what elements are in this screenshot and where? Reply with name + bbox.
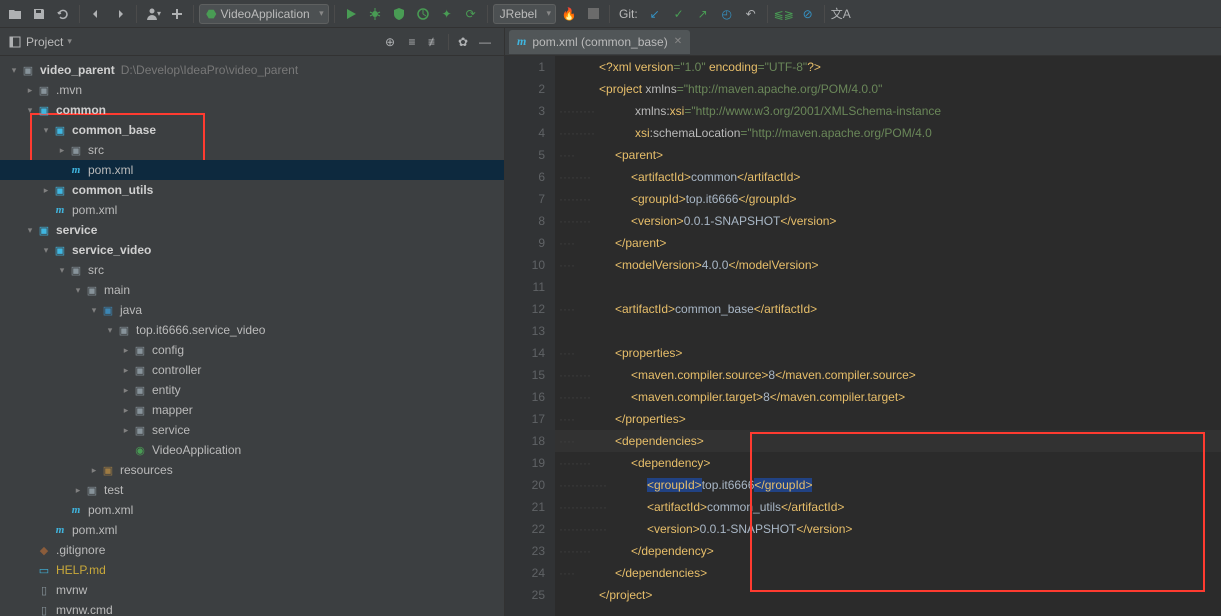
main-area: Project ▾ ⊕ ≡ ≢ ✿ — ▾▣video_parentD:\Dev… <box>0 28 1221 616</box>
tree-service-pkg[interactable]: ▸▣service <box>0 420 504 440</box>
stop-icon[interactable] <box>582 3 604 25</box>
separator <box>193 5 194 23</box>
tree-pkg[interactable]: ▾▣top.it6666.service_video <box>0 320 504 340</box>
settings-icon[interactable]: ✿ <box>452 31 474 53</box>
target-icon[interactable]: ⊕ <box>379 31 401 53</box>
separator <box>487 5 488 23</box>
tree-pom1[interactable]: mpom.xml <box>0 160 504 180</box>
profile2-icon[interactable]: ✦ <box>436 3 458 25</box>
jrebel-icon[interactable]: 🔥 <box>558 3 580 25</box>
hide-icon[interactable]: — <box>474 31 496 53</box>
tree-pom4[interactable]: mpom.xml <box>0 520 504 540</box>
editor-tabs: m pom.xml (common_base) ✕ <box>505 28 1221 56</box>
separator <box>767 5 768 23</box>
editor-tab[interactable]: m pom.xml (common_base) ✕ <box>509 30 690 54</box>
git-push-icon[interactable]: ↗ <box>692 3 714 25</box>
tree-mapper[interactable]: ▸▣mapper <box>0 400 504 420</box>
hotswap-icon[interactable]: ⟳ <box>460 3 482 25</box>
sidebar-title: Project <box>26 35 63 49</box>
avatar-icon[interactable]: ▾ <box>142 3 164 25</box>
stop2-icon[interactable]: ⊘ <box>797 3 819 25</box>
tree-entity[interactable]: ▸▣entity <box>0 380 504 400</box>
tree-src2[interactable]: ▾▣src <box>0 260 504 280</box>
forward-icon[interactable] <box>109 3 131 25</box>
tree-gitignore[interactable]: ◆.gitignore <box>0 540 504 560</box>
code-content[interactable]: <?xml version="1.0" encoding="UTF-8"?> <… <box>555 56 1221 616</box>
tree-src1[interactable]: ▸▣src <box>0 140 504 160</box>
translate-icon[interactable]: 文A <box>830 3 852 25</box>
tree-common-utils[interactable]: ▸▣common_utils <box>0 180 504 200</box>
run-config-label: VideoApplication <box>220 7 309 21</box>
code-area[interactable]: 1234567891011121314151617181920212223242… <box>505 56 1221 616</box>
tree-service[interactable]: ▾▣service <box>0 220 504 240</box>
jrebel-label: JRebel <box>500 7 537 21</box>
tree-test[interactable]: ▸▣test <box>0 480 504 500</box>
save-icon[interactable] <box>28 3 50 25</box>
separator <box>448 34 449 50</box>
separator <box>136 5 137 23</box>
tree-root[interactable]: ▾▣video_parentD:\Develop\IdeaPro\video_p… <box>0 60 504 80</box>
git-history-icon[interactable]: ◴ <box>716 3 738 25</box>
git-label: Git: <box>619 7 638 21</box>
separator <box>824 5 825 23</box>
git-update-icon[interactable]: ↙ <box>644 3 666 25</box>
tree-java[interactable]: ▾▣java <box>0 300 504 320</box>
tree-pom3[interactable]: mpom.xml <box>0 500 504 520</box>
separator <box>79 5 80 23</box>
profile-icon[interactable] <box>412 3 434 25</box>
run-config-combo[interactable]: ⬣VideoApplication <box>199 4 329 24</box>
close-icon[interactable]: ✕ <box>674 36 682 47</box>
tree-resources[interactable]: ▸▣resources <box>0 460 504 480</box>
tree-help[interactable]: ▭HELP.md <box>0 560 504 580</box>
git-revert-icon[interactable]: ↶ <box>740 3 762 25</box>
expand-icon[interactable]: ≡ <box>401 31 423 53</box>
project-sidebar: Project ▾ ⊕ ≡ ≢ ✿ — ▾▣video_parentD:\Dev… <box>0 28 505 616</box>
git-commit-icon[interactable]: ✓ <box>668 3 690 25</box>
tree-config[interactable]: ▸▣config <box>0 340 504 360</box>
add-icon[interactable] <box>166 3 188 25</box>
separator <box>609 5 610 23</box>
run-icon[interactable] <box>340 3 362 25</box>
separator <box>334 5 335 23</box>
jrebel-combo[interactable]: JRebel <box>493 4 556 24</box>
tree-pom2[interactable]: mpom.xml <box>0 200 504 220</box>
refresh-icon[interactable] <box>52 3 74 25</box>
coverage-icon[interactable] <box>388 3 410 25</box>
editor-area: m pom.xml (common_base) ✕ 12345678910111… <box>505 28 1221 616</box>
tab-label: pom.xml (common_base) <box>532 35 667 49</box>
tree-controller[interactable]: ▸▣controller <box>0 360 504 380</box>
open-icon[interactable] <box>4 3 26 25</box>
tree-mvnw[interactable]: ▯mvnw <box>0 580 504 600</box>
collapse-icon[interactable]: ≢ <box>423 31 445 53</box>
chart-icon[interactable]: ⫹⫺ <box>773 3 795 25</box>
tree-service-video[interactable]: ▾▣service_video <box>0 240 504 260</box>
tree-main[interactable]: ▾▣main <box>0 280 504 300</box>
tree-mvnwcmd[interactable]: ▯mvnw.cmd <box>0 600 504 616</box>
debug-icon[interactable] <box>364 3 386 25</box>
sidebar-header: Project ▾ ⊕ ≡ ≢ ✿ — <box>0 28 504 56</box>
project-tab[interactable]: Project ▾ <box>8 35 72 49</box>
back-icon[interactable] <box>85 3 107 25</box>
main-toolbar: ▾ ⬣VideoApplication ✦ ⟳ JRebel 🔥 Git: ↙ … <box>0 0 1221 28</box>
project-tree[interactable]: ▾▣video_parentD:\Develop\IdeaPro\video_p… <box>0 56 504 616</box>
gutter: 1234567891011121314151617181920212223242… <box>505 56 555 616</box>
tree-videoapp[interactable]: ◉VideoApplication <box>0 440 504 460</box>
tree-common-base[interactable]: ▾▣common_base <box>0 120 504 140</box>
tree-common[interactable]: ▾▣common <box>0 100 504 120</box>
tree-mvn[interactable]: ▸▣.mvn <box>0 80 504 100</box>
